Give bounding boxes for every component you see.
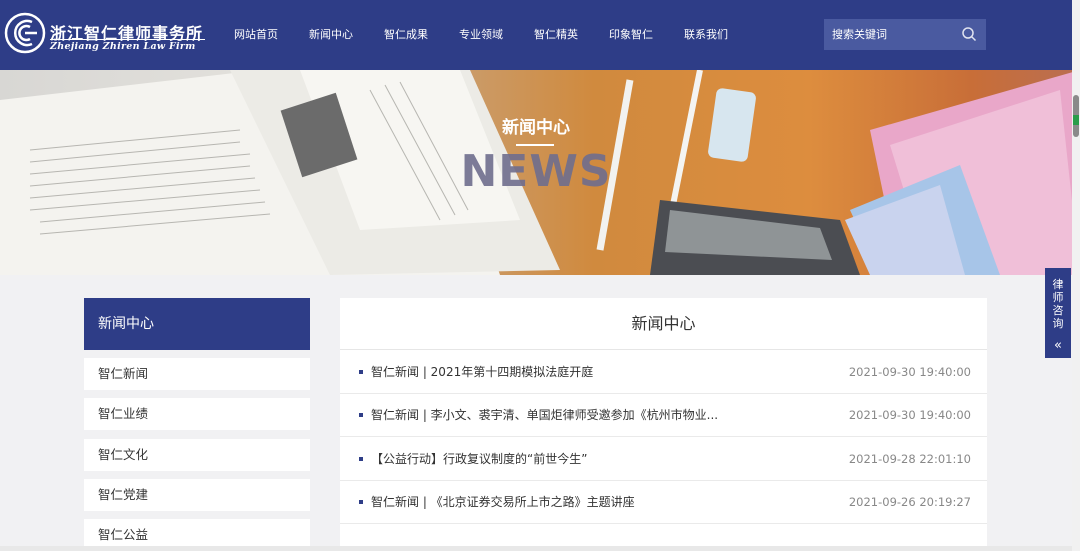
bullet-icon — [359, 370, 363, 374]
hero-banner: 新闻中心 NEWS — [0, 70, 1080, 275]
sidebar-item-news[interactable]: 智仁新闻 — [84, 358, 310, 390]
news-list-item[interactable]: 智仁新闻 | 2021年第十四期模拟法庭开庭 2021-09-30 19:40:… — [340, 351, 987, 394]
news-panel: 新闻中心 智仁新闻 | 2021年第十四期模拟法庭开庭 2021-09-30 1… — [340, 298, 987, 551]
site-logo[interactable]: 浙江智仁律师事务所 Zhejiang Zhiren Law Firm — [0, 8, 215, 60]
bottom-toolbar-edge — [0, 546, 1072, 551]
news-title[interactable]: 智仁新闻 | 2021年第十四期模拟法庭开庭 — [371, 351, 593, 394]
panel-title: 新闻中心 — [340, 298, 987, 350]
sidebar-item-culture[interactable]: 智仁文化 — [84, 439, 310, 471]
nav-item-home[interactable]: 网站首页 — [234, 0, 278, 70]
search-icon — [962, 27, 977, 42]
sidebar-item-performance[interactable]: 智仁业绩 — [84, 398, 310, 430]
logo-emblem-icon — [4, 12, 46, 54]
news-date: 2021-09-28 22:01:10 — [848, 452, 971, 466]
nav-item-achievements[interactable]: 智仁成果 — [384, 0, 428, 70]
bullet-icon — [359, 500, 363, 504]
double-chevron-left-icon: « — [1054, 338, 1062, 353]
page-scrollbar[interactable] — [1072, 0, 1080, 551]
nav-item-news[interactable]: 新闻中心 — [309, 0, 353, 70]
news-list-item[interactable]: 智仁新闻 | 李小文、裘宇清、单国炬律师受邀参加《杭州市物业... 2021-0… — [340, 394, 987, 437]
sidebar-item-party[interactable]: 智仁党建 — [84, 479, 310, 511]
scroll-position-marker — [1073, 115, 1079, 125]
news-title[interactable]: 【公益行动】行政复议制度的“前世今生” — [371, 438, 587, 481]
news-list-item[interactable]: 【公益行动】行政复议制度的“前世今生” 2021-09-28 22:01:10 — [340, 438, 987, 481]
news-title[interactable]: 智仁新闻 | 李小文、裘宇清、单国炬律师受邀参加《杭州市物业... — [371, 394, 718, 437]
news-date: 2021-09-30 19:40:00 — [848, 365, 971, 379]
logo-english-name: Zhejiang Zhiren Law Firm — [50, 41, 196, 52]
nav-item-practice-areas[interactable]: 专业领域 — [459, 0, 503, 70]
banner-english-title: NEWS — [460, 146, 612, 197]
news-date: 2021-09-30 19:40:00 — [848, 408, 971, 422]
bullet-icon — [359, 457, 363, 461]
consult-label: 律师咨询 — [1052, 278, 1064, 330]
bullet-icon — [359, 413, 363, 417]
nav-item-contact[interactable]: 联系我们 — [684, 0, 728, 70]
sidebar-heading: 新闻中心 — [84, 298, 310, 350]
news-title[interactable]: 智仁新闻 | 《北京证券交易所上市之路》主题讲座 — [371, 481, 635, 524]
main-nav: 网站首页 新闻中心 智仁成果 专业领域 智仁精英 印象智仁 联系我们 — [224, 0, 728, 70]
banner-title: 新闻中心 — [502, 118, 570, 138]
search-input[interactable] — [824, 19, 954, 50]
lawyer-consult-tab[interactable]: 律师咨询 « — [1045, 268, 1071, 358]
scrollbar-thumb[interactable] — [1073, 95, 1079, 137]
search-box — [824, 19, 986, 50]
logo-divider — [50, 39, 205, 40]
nav-item-team[interactable]: 智仁精英 — [534, 0, 578, 70]
site-header: 浙江智仁律师事务所 Zhejiang Zhiren Law Firm 网站首页 … — [0, 0, 1080, 70]
news-date: 2021-09-26 20:19:27 — [848, 495, 971, 509]
search-button[interactable] — [954, 19, 986, 50]
news-list-item[interactable]: 智仁新闻 | 《北京证券交易所上市之路》主题讲座 2021-09-26 20:1… — [340, 481, 987, 524]
nav-item-impression[interactable]: 印象智仁 — [609, 0, 653, 70]
